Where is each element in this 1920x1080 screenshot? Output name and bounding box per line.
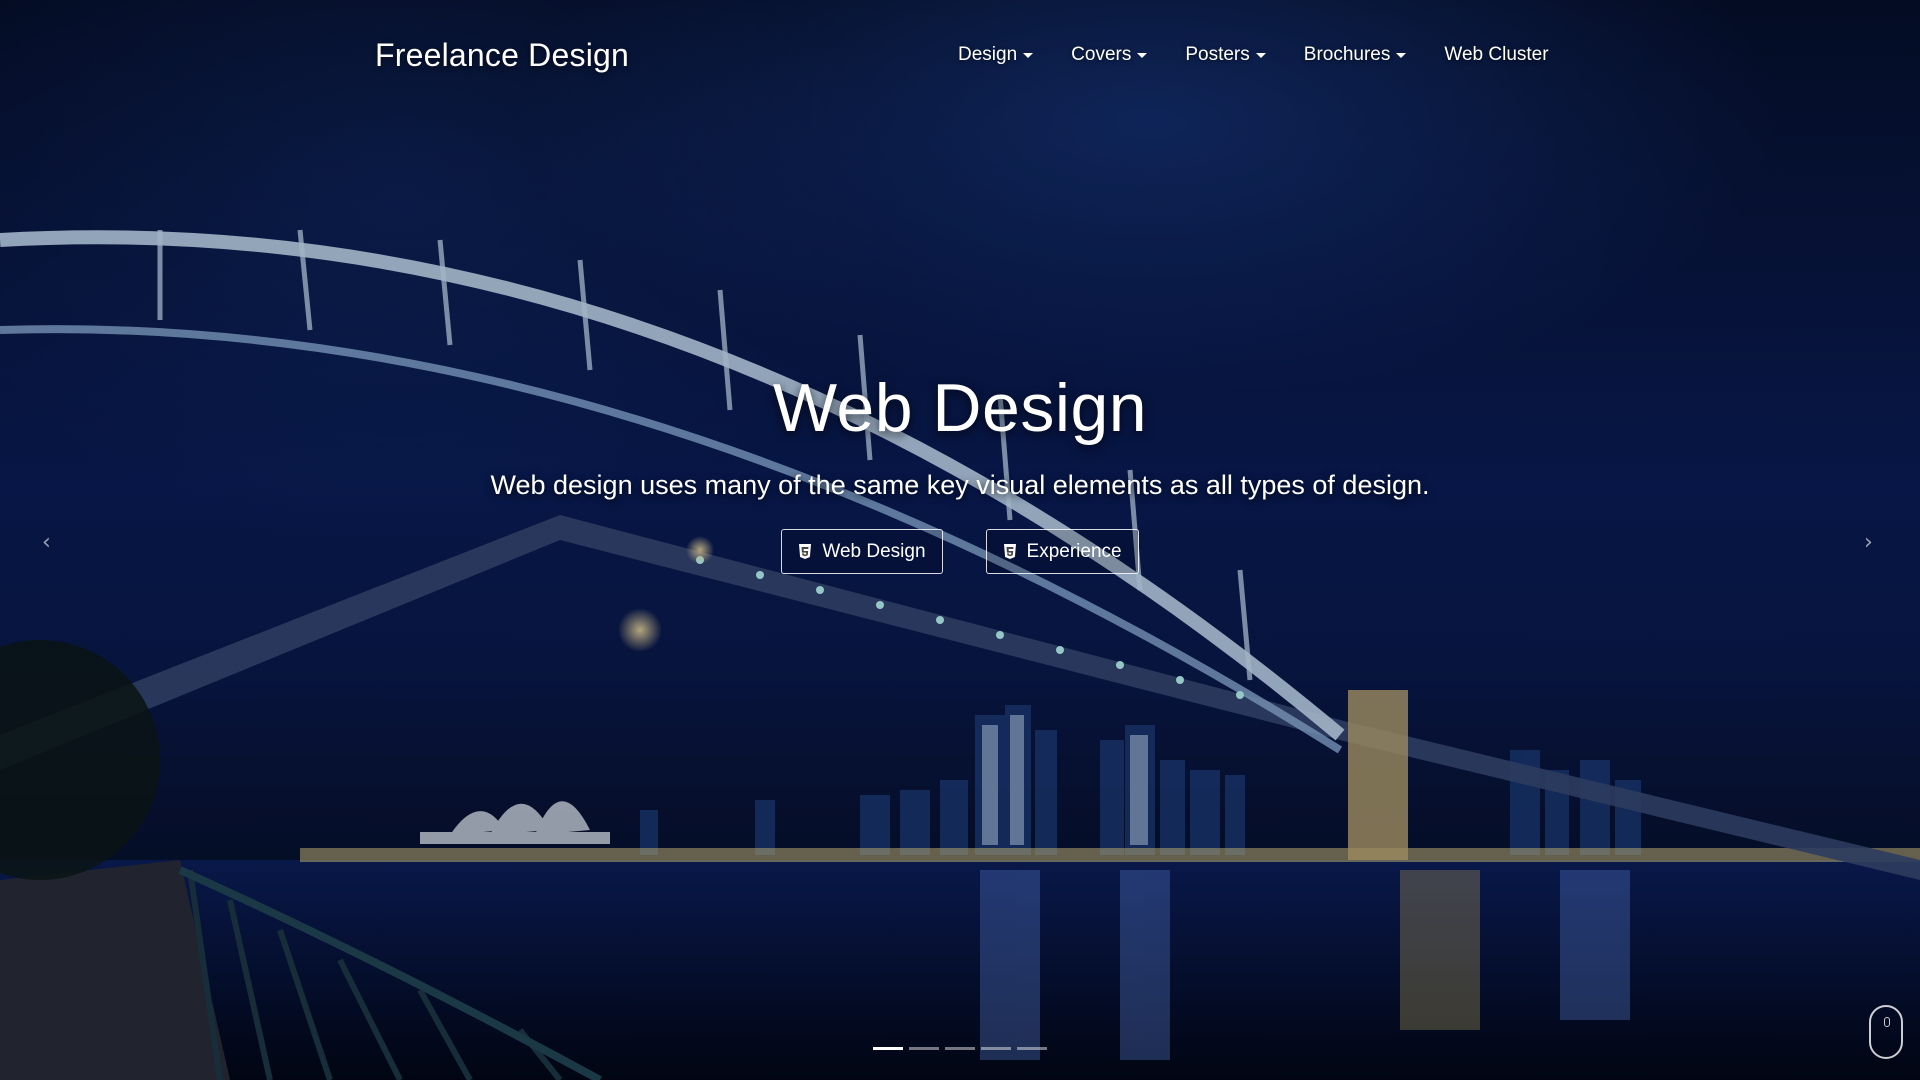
nav-item-design[interactable]: Design — [958, 44, 1034, 66]
hero-caption: Web Design Web design uses many of the s… — [0, 368, 1920, 574]
carousel-next-chevron-right-icon[interactable]: › — [1864, 530, 1873, 555]
mouse-scroll-icon[interactable] — [1869, 1005, 1903, 1059]
brand-logo[interactable]: Freelance Design — [375, 37, 629, 74]
carousel-indicator-5[interactable] — [1017, 1047, 1047, 1050]
html5-icon — [1003, 543, 1017, 560]
hero-title: Web Design — [772, 370, 1148, 446]
carousel-indicator-2[interactable] — [909, 1047, 939, 1050]
carousel-indicators — [873, 1047, 1047, 1050]
carousel-prev-chevron-left-icon[interactable]: ‹ — [42, 530, 51, 555]
carousel-indicator-3[interactable] — [945, 1047, 975, 1050]
hero-subtitle: Web design uses many of the same key vis… — [490, 470, 1430, 500]
caret-down-icon — [1255, 52, 1266, 58]
nav-item-covers[interactable]: Covers — [1071, 44, 1148, 66]
caret-down-icon — [1023, 52, 1034, 58]
web-design-button[interactable]: Web Design — [781, 529, 943, 574]
main-nav: Design Covers Posters Brochures Web Clus… — [958, 44, 1549, 66]
carousel-indicator-1[interactable] — [873, 1047, 903, 1050]
carousel-indicator-4[interactable] — [981, 1047, 1011, 1050]
hero-actions: Web Design Experience — [0, 529, 1920, 574]
html5-icon — [798, 543, 812, 560]
nav-item-brochures[interactable]: Brochures — [1304, 44, 1407, 66]
mouse-wheel — [1884, 1017, 1890, 1027]
nav-item-posters[interactable]: Posters — [1185, 44, 1266, 66]
navbar: Freelance Design Design Covers Posters B… — [0, 0, 1920, 116]
caret-down-icon — [1396, 52, 1407, 58]
caret-down-icon — [1137, 52, 1148, 58]
nav-item-web-cluster[interactable]: Web Cluster — [1444, 44, 1548, 66]
experience-button[interactable]: Experience — [985, 529, 1139, 574]
